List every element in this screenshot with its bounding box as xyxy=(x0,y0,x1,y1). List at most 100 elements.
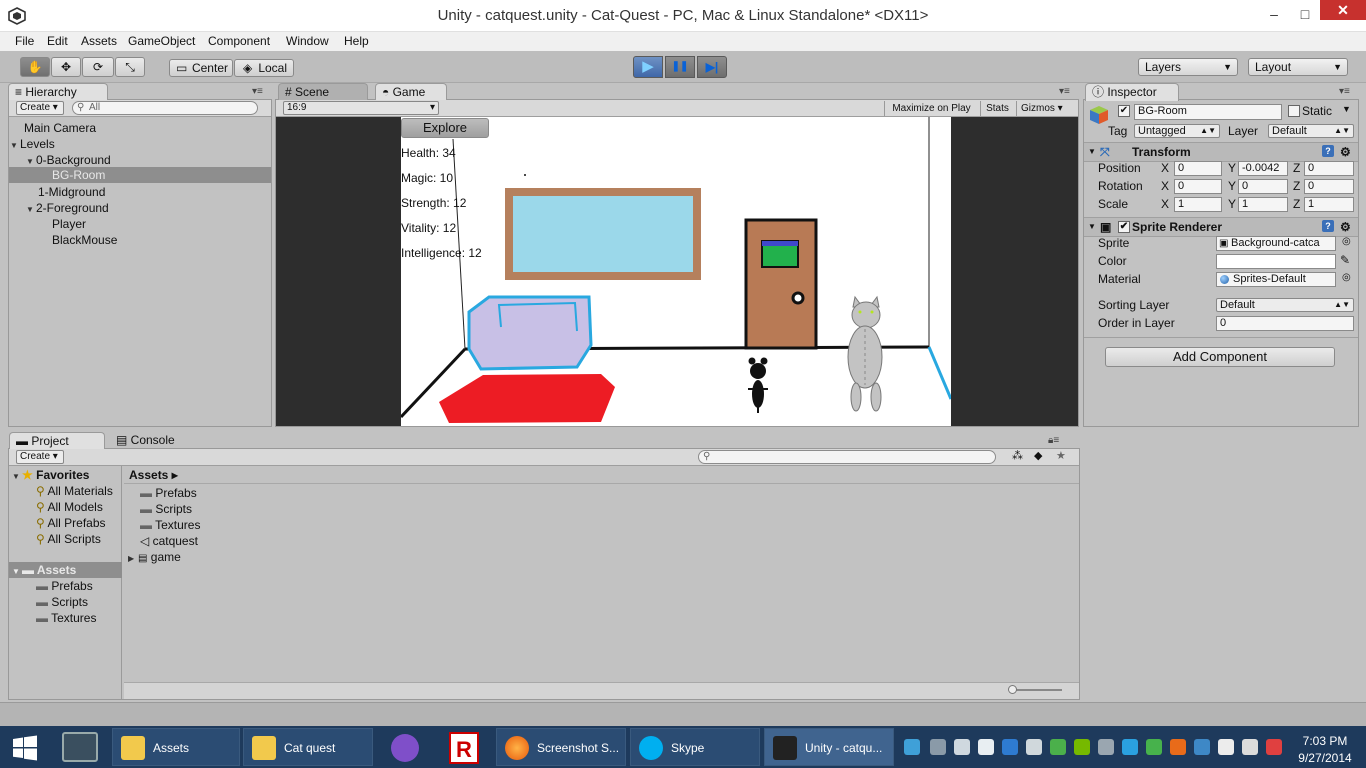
tray-wifi-icon[interactable] xyxy=(1242,739,1258,755)
tag-dropdown[interactable]: Untagged ▲▼ xyxy=(1134,124,1220,138)
menu-assets[interactable]: Assets xyxy=(81,32,117,51)
slider-thumb[interactable] xyxy=(1008,685,1017,694)
expand-triangle-icon[interactable]: ▼ xyxy=(12,469,22,485)
help-icon[interactable]: ? xyxy=(1322,220,1334,232)
sorting-layer-dropdown[interactable]: Default ▲▼ xyxy=(1216,298,1354,312)
gear-icon[interactable]: ⚙ xyxy=(1340,218,1351,236)
lock-icon[interactable]: 🔒︎≡ xyxy=(1048,435,1059,446)
windows-start-icon[interactable] xyxy=(12,735,38,761)
maximize-on-play-toggle[interactable]: Maximize on Play xyxy=(884,101,978,116)
asset-item-catquest[interactable]: ◁ catquest xyxy=(140,533,198,549)
tray-monitor-icon[interactable] xyxy=(954,739,970,755)
hierarchy-create-button[interactable]: Create ▾ xyxy=(16,101,64,115)
color-swatch[interactable] xyxy=(1216,254,1336,269)
hierarchy-item-0-background[interactable]: ▼ 0-Background xyxy=(26,152,270,168)
pivot-local-button[interactable]: ◈ Local xyxy=(234,59,294,77)
step-button[interactable]: ▶| xyxy=(697,56,727,78)
sprite-renderer-header[interactable]: ▼ ▣ ✔ Sprite Renderer ? ⚙ xyxy=(1084,217,1358,237)
favorite-all-prefabs[interactable]: ⚲ All Prefabs xyxy=(36,515,106,531)
tray-printer-icon[interactable] xyxy=(930,739,946,755)
tray-bluetooth-icon[interactable] xyxy=(1194,739,1210,755)
task-skype[interactable]: Skype xyxy=(630,728,760,766)
tray-power-icon[interactable] xyxy=(1122,739,1138,755)
scale-y-field[interactable]: 1 xyxy=(1238,197,1288,212)
rotation-x-field[interactable]: 0 xyxy=(1174,179,1222,194)
assets-breadcrumb[interactable]: Assets ▸ xyxy=(129,467,178,483)
hierarchy-item-player[interactable]: Player xyxy=(52,216,270,232)
favorite-all-materials[interactable]: ⚲ All Materials xyxy=(36,483,113,499)
menu-help[interactable]: Help xyxy=(344,32,369,51)
asset-item-scripts[interactable]: ▬ Scripts xyxy=(140,501,192,517)
pivot-center-button[interactable]: ▭ Center xyxy=(169,59,233,77)
position-z-field[interactable]: 0 xyxy=(1304,161,1354,176)
assets-tree-scripts[interactable]: ▬ Scripts xyxy=(36,594,88,610)
hierarchy-item-2-foreground[interactable]: ▼ 2-Foreground xyxy=(26,200,270,216)
tab-hierarchy[interactable]: ≡ Hierarchy xyxy=(8,83,108,101)
static-checkbox[interactable] xyxy=(1288,105,1300,117)
component-enabled-checkbox[interactable]: ✔ xyxy=(1118,221,1130,233)
tray-update-icon[interactable] xyxy=(1170,739,1186,755)
filter-by-type-icon[interactable]: ⁂ xyxy=(1012,449,1023,462)
tab-project[interactable]: ▬ Project xyxy=(9,432,105,450)
assets-tree-prefabs[interactable]: ▬ Prefabs xyxy=(36,578,93,594)
help-icon[interactable]: ? xyxy=(1322,145,1334,157)
gizmos-dropdown[interactable]: Gizmos ▾ xyxy=(1016,101,1076,116)
clock-date[interactable]: 9/27/2014 xyxy=(1294,751,1356,765)
aspect-dropdown[interactable]: 16:9 ▾ xyxy=(283,101,439,115)
panel-menu-icon[interactable]: ▾≡ xyxy=(1339,86,1350,97)
stats-toggle[interactable]: Stats xyxy=(980,101,1014,116)
explore-button[interactable]: Explore xyxy=(401,118,489,138)
tray-volume-muted-icon[interactable] xyxy=(1266,739,1282,755)
sprite-field[interactable]: ▣ Background-catca xyxy=(1216,236,1336,251)
maximize-button[interactable]: □ xyxy=(1288,0,1322,28)
close-button[interactable]: ✕ xyxy=(1320,0,1366,20)
foldout-triangle-icon[interactable]: ▼ xyxy=(1088,143,1096,161)
game-canvas[interactable] xyxy=(401,117,951,426)
material-field[interactable]: Sprites-Default xyxy=(1216,272,1336,287)
tray-s-icon[interactable] xyxy=(1002,739,1018,755)
position-x-field[interactable]: 0 xyxy=(1174,161,1222,176)
pause-button[interactable]: ❚❚ xyxy=(665,56,695,78)
task-assets[interactable]: Assets xyxy=(112,728,240,766)
rotation-z-field[interactable]: 0 xyxy=(1304,179,1354,194)
menu-component[interactable]: Component xyxy=(208,32,270,51)
play-button[interactable]: ▶ xyxy=(633,56,663,78)
chevron-down-icon[interactable]: ▼ xyxy=(1342,104,1351,114)
r-app-icon[interactable]: R xyxy=(449,732,479,764)
menu-window[interactable]: Window xyxy=(286,32,329,51)
cat-app-icon[interactable] xyxy=(391,734,419,762)
scale-tool-button[interactable]: ⤡ xyxy=(115,57,145,77)
tab-console[interactable]: ▤ Console xyxy=(110,432,210,450)
asset-item-textures[interactable]: ▬ Textures xyxy=(140,517,200,533)
menu-edit[interactable]: Edit xyxy=(47,32,68,51)
layer-dropdown[interactable]: Default ▲▼ xyxy=(1268,124,1354,138)
position-y-field[interactable]: -0.0042 xyxy=(1238,161,1288,176)
hierarchy-item-main-camera[interactable]: Main Camera xyxy=(24,120,270,136)
move-tool-button[interactable]: ✥ xyxy=(51,57,81,77)
menu-gameobject[interactable]: GameObject xyxy=(128,32,195,51)
task-unity[interactable]: Unity - catqu... xyxy=(764,728,894,766)
expand-triangle-icon[interactable]: ▼ xyxy=(10,138,20,154)
panel-menu-icon[interactable]: ▾≡ xyxy=(1059,86,1070,97)
assets-header[interactable]: ▼ ▬ Assets xyxy=(9,562,122,578)
tray-browser-icon[interactable] xyxy=(1146,739,1162,755)
object-picker-icon[interactable]: ◎ xyxy=(1342,236,1351,247)
menu-file[interactable]: File xyxy=(15,32,34,51)
active-checkbox[interactable]: ✔ xyxy=(1118,105,1130,117)
expand-triangle-icon[interactable]: ▼ xyxy=(26,202,36,218)
filter-by-label-icon[interactable]: ◆ xyxy=(1034,449,1042,462)
foldout-triangle-icon[interactable]: ▼ xyxy=(1088,218,1096,236)
minimize-button[interactable]: ‒ xyxy=(1257,0,1291,28)
scale-z-field[interactable]: 1 xyxy=(1304,197,1354,212)
layers-dropdown[interactable]: Layers ▼ xyxy=(1138,58,1238,76)
gear-icon[interactable]: ⚙ xyxy=(1340,143,1351,161)
transform-header[interactable]: ▼ ⤧ Transform ? ⚙ xyxy=(1084,142,1358,162)
hierarchy-item-bg-room[interactable]: BG-Room xyxy=(9,167,271,183)
hand-tool-button[interactable]: ✋ xyxy=(20,57,50,77)
tab-game[interactable]: ◓ Game xyxy=(375,83,447,101)
hierarchy-item-1-midground[interactable]: 1-Midground xyxy=(38,184,270,200)
asset-item-game[interactable]: ▶ ▤ game xyxy=(128,549,181,565)
tray-nvidia-icon[interactable] xyxy=(1074,739,1090,755)
expand-triangle-icon[interactable]: ▶ xyxy=(128,551,138,567)
task-cat-quest[interactable]: Cat quest xyxy=(243,728,373,766)
